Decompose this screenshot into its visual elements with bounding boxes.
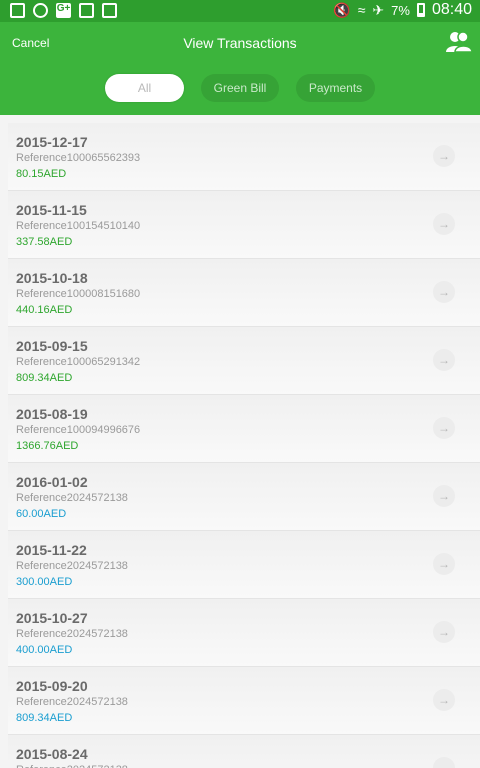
status-bar: G+ 🔇 ≈ ✈ 7% 08:40 (0, 0, 480, 22)
transaction-row[interactable]: 2015-08-24 Reference2024572138 → (8, 735, 480, 768)
arrow-right-icon[interactable]: → (433, 485, 455, 507)
transaction-amount: 1366.76AED (16, 440, 79, 452)
battery-icon (416, 3, 425, 17)
transaction-list[interactable]: 2015-12-17 Reference100065562393 80.15AED →… (8, 123, 480, 768)
tab-payments[interactable]: Payments (296, 74, 375, 102)
transaction-date: 2015-09-15 (16, 338, 88, 354)
transaction-row[interactable]: 2015-12-17 Reference100065562393 80.15AED → (8, 123, 480, 191)
transaction-row[interactable]: 2015-11-22 Reference2024572138 300.00AED → (8, 531, 480, 599)
arrow-right-icon[interactable]: → (433, 281, 455, 303)
transaction-date: 2015-08-24 (16, 746, 88, 762)
page-title: View Transactions (183, 35, 297, 51)
tab-all[interactable]: All (105, 74, 184, 102)
transaction-date: 2016-01-02 (16, 474, 88, 490)
arrow-right-icon[interactable]: → (433, 349, 455, 371)
arrow-right-icon[interactable]: → (433, 553, 455, 575)
transaction-reference: Reference100094996676 (16, 424, 141, 436)
transaction-date: 2015-11-15 (16, 202, 87, 218)
transaction-date: 2015-08-19 (16, 406, 88, 422)
transaction-reference: Reference100154510140 (16, 220, 141, 232)
tab-green-bill[interactable]: Green Bill (201, 74, 279, 102)
transaction-row[interactable]: 2015-11-15 Reference100154510140 337.58AED… (8, 191, 480, 259)
airplane-icon: ✈ (372, 2, 385, 18)
transaction-amount: 809.34AED (16, 372, 73, 384)
transaction-amount: 300.00AED (16, 576, 73, 588)
image-notification-icon (10, 3, 25, 18)
transaction-reference: Reference2024572138 (16, 764, 128, 768)
transaction-amount: 80.15AED (16, 168, 67, 180)
people-icon[interactable] (446, 31, 472, 53)
document-notification-icon (79, 3, 94, 18)
arrow-right-icon[interactable]: → (433, 621, 455, 643)
app-header: Cancel View Transactions All Green Bill … (0, 22, 480, 115)
arrow-right-icon[interactable]: → (433, 145, 455, 167)
transaction-date: 2015-10-27 (16, 610, 88, 626)
transaction-row[interactable]: 2016-01-02 Reference2024572138 60.00AED → (8, 463, 480, 531)
transaction-reference: Reference2024572138 (16, 560, 128, 572)
transaction-amount: 60.00AED (16, 508, 67, 520)
clock: 08:40 (431, 1, 472, 18)
transaction-row[interactable]: 2015-09-20 Reference2024572138 809.34AED → (8, 667, 480, 735)
mute-icon: 🔇 (333, 2, 351, 18)
camera-notification-icon (102, 3, 117, 18)
battery-percent: 7% (391, 2, 410, 18)
transaction-date: 2015-10-18 (16, 270, 88, 286)
transaction-reference: Reference2024572138 (16, 696, 128, 708)
wifi-icon: ≈ (357, 2, 366, 18)
arrow-right-icon[interactable]: → (433, 417, 455, 439)
notification-icons: G+ (10, 3, 117, 18)
transaction-reference: Reference100065291342 (16, 356, 141, 368)
transaction-row[interactable]: 2015-10-27 Reference2024572138 400.00AED → (8, 599, 480, 667)
transaction-amount: 809.34AED (16, 712, 73, 724)
google-plus-notification-icon: G+ (56, 3, 71, 18)
transaction-reference: Reference100008151680 (16, 288, 141, 300)
transaction-date: 2015-11-22 (16, 542, 87, 558)
transaction-amount: 337.58AED (16, 236, 73, 248)
arrow-right-icon[interactable]: → (433, 213, 455, 235)
transaction-amount: 440.16AED (16, 304, 73, 316)
transaction-row[interactable]: 2015-08-19 Reference100094996676 1366.76AE… (8, 395, 480, 463)
transaction-date: 2015-09-20 (16, 678, 88, 694)
transaction-amount: 400.00AED (16, 644, 73, 656)
transaction-row[interactable]: 2015-09-15 Reference100065291342 809.34AED… (8, 327, 480, 395)
transaction-row[interactable]: 2015-10-18 Reference100008151680 440.16AED… (8, 259, 480, 327)
transaction-reference: Reference2024572138 (16, 628, 128, 640)
transaction-reference: Reference100065562393 (16, 152, 141, 164)
system-status: 🔇 ≈ ✈ 7% 08:40 (333, 1, 472, 19)
circle-app-notification-icon (33, 3, 48, 18)
transaction-reference: Reference2024572138 (16, 492, 128, 504)
arrow-right-icon[interactable]: → (433, 689, 455, 711)
transaction-date: 2015-12-17 (16, 134, 88, 150)
arrow-right-icon[interactable]: → (433, 757, 455, 768)
